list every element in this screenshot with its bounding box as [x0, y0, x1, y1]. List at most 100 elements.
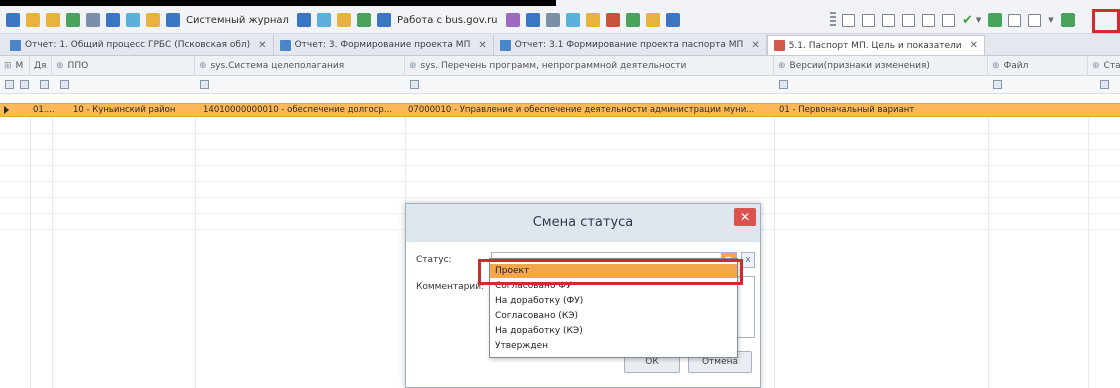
- transfer-icon[interactable]: [356, 13, 371, 27]
- cell-version: 01 - Первоначальный вариант: [779, 105, 915, 115]
- main-toolbar: Системный журнал Работа с bus.gov.ru ✔ ▼…: [0, 0, 1120, 34]
- column-header-programs[interactable]: ⊕ sys. Перечень программ, непрограммной …: [405, 56, 774, 76]
- column-label: ППО: [67, 61, 89, 71]
- new-document-icon[interactable]: [842, 13, 855, 27]
- filter-icon[interactable]: [779, 80, 788, 89]
- export-icon[interactable]: [902, 13, 915, 27]
- users-icon[interactable]: [166, 13, 180, 27]
- window-icon[interactable]: [1028, 13, 1042, 27]
- status-option-approved-ke[interactable]: Согласовано (КЭ): [490, 309, 737, 323]
- report-icon: [279, 39, 291, 51]
- toolbar-right-group: ✔ ▼ ▼: [830, 8, 1081, 32]
- people-icon[interactable]: [565, 13, 580, 27]
- toolbar-grip-icon: [830, 12, 836, 28]
- pin-icon[interactable]: ⊕: [1092, 61, 1100, 71]
- network-icon[interactable]: [545, 13, 560, 27]
- filter-icon[interactable]: [1100, 80, 1109, 89]
- pin-icon[interactable]: ⊕: [778, 61, 786, 71]
- pin-icon[interactable]: ⊕: [56, 61, 64, 71]
- column-label: sys.Система целеполагания: [210, 61, 345, 71]
- tab-passport-mp[interactable]: 5.1. Паспорт МП. Цель и показатели ✕: [766, 35, 985, 55]
- pin-icon[interactable]: ⊕: [199, 61, 207, 71]
- column-header-status[interactable]: ⊕ Ста: [1088, 56, 1120, 76]
- column-header-system[interactable]: ⊕ sys.Система целеполагания: [195, 56, 405, 76]
- status-option-approved[interactable]: Утвержден: [490, 339, 737, 353]
- chart-icon[interactable]: [86, 13, 100, 27]
- copy-icon[interactable]: [862, 13, 875, 27]
- close-icon[interactable]: ✕: [970, 40, 978, 51]
- pin-icon[interactable]: ⊕: [992, 61, 1000, 71]
- folder-tree-icon[interactable]: [26, 13, 40, 27]
- column-label: Дя: [34, 61, 47, 71]
- folder-icon[interactable]: [146, 13, 160, 27]
- tab-label: 5.1. Паспорт МП. Цель и показатели: [788, 40, 962, 51]
- filter-icon[interactable]: [20, 80, 29, 89]
- grid-settings-icon[interactable]: ⊞: [4, 61, 12, 71]
- folder-tree-alt-icon[interactable]: [46, 13, 60, 27]
- import-icon[interactable]: [942, 13, 955, 27]
- attach-icon[interactable]: [922, 13, 935, 27]
- tab-report-3[interactable]: Отчет: 3. Формирование проекта МП ✕: [274, 35, 494, 55]
- column-header-ppo[interactable]: ⊕ ППО: [52, 56, 195, 76]
- grid-line: [52, 117, 53, 388]
- tab-label: Отчет: 3. Формирование проекта МП: [294, 40, 471, 50]
- cell-code: 01....: [33, 105, 55, 115]
- table-row[interactable]: 01.... 10 - Куньинский район 14010000000…: [0, 103, 1120, 117]
- tab-label: Отчет: 1. Общий процесс ГРБС (Псковская …: [25, 40, 251, 50]
- settings-icon[interactable]: [585, 13, 600, 27]
- database-icon[interactable]: [316, 13, 331, 27]
- table-icon[interactable]: [106, 13, 120, 27]
- map-icon[interactable]: [625, 13, 640, 27]
- grid-line: [0, 181, 1120, 182]
- filter-toggle-icon[interactable]: [5, 80, 14, 89]
- filter-icon[interactable]: [40, 80, 49, 89]
- filter-icon[interactable]: [410, 80, 419, 89]
- calendar-icon[interactable]: [296, 13, 311, 27]
- globe-icon[interactable]: [376, 13, 391, 27]
- check-icon[interactable]: ✔: [962, 13, 973, 28]
- column-header-m[interactable]: ⊞ М: [0, 56, 30, 76]
- pin-icon[interactable]: ⊕: [409, 61, 417, 71]
- grid-line: [988, 117, 989, 388]
- status-option-rework-ke[interactable]: На доработку (КЭ): [490, 324, 737, 338]
- spreadsheet-icon[interactable]: [66, 13, 80, 27]
- column-header-dya[interactable]: Дя: [30, 56, 52, 76]
- close-icon[interactable]: ✕: [751, 40, 759, 51]
- calendar-grid-icon[interactable]: [1008, 13, 1022, 27]
- check-dropdown-icon[interactable]: ▼: [976, 16, 981, 24]
- paste-icon[interactable]: [882, 13, 895, 27]
- project-option-highlight: [478, 259, 743, 285]
- grid-line: [195, 117, 196, 388]
- close-icon[interactable]: ✕: [734, 208, 756, 226]
- grid-line: [30, 117, 31, 388]
- column-header-versions[interactable]: ⊕ Версии(признаки изменения): [774, 56, 988, 76]
- document-icon[interactable]: [6, 13, 20, 27]
- tab-report-1[interactable]: Отчет: 1. Общий процесс ГРБС (Псковская …: [4, 35, 274, 55]
- filter-icon[interactable]: [60, 80, 69, 89]
- filter-icon[interactable]: [993, 80, 1002, 89]
- tab-report-3-1[interactable]: Отчет: 3.1 Формирование проекта паспорта…: [494, 35, 767, 55]
- system-journal-button[interactable]: Системный журнал: [186, 15, 289, 26]
- bookmark-icon[interactable]: [605, 13, 620, 27]
- window-dropdown-icon[interactable]: ▼: [1048, 16, 1053, 24]
- report-icon[interactable]: [525, 13, 540, 27]
- tools-icon[interactable]: [988, 13, 1003, 27]
- save-icon[interactable]: [665, 13, 680, 27]
- grid-line: [0, 133, 1120, 134]
- grid-line: [0, 165, 1120, 166]
- close-icon[interactable]: ✕: [478, 40, 486, 51]
- bus-gov-button[interactable]: Работа с bus.gov.ru: [397, 15, 498, 26]
- tab-label: Отчет: 3.1 Формирование проекта паспорта…: [514, 40, 744, 50]
- flag-icon[interactable]: [336, 13, 351, 27]
- cell-program: 07000010 - Управление и обеспечение деят…: [408, 105, 755, 115]
- monitor-icon[interactable]: [126, 13, 140, 27]
- status-option-rework-fu[interactable]: На доработку (ФУ): [490, 294, 737, 308]
- close-icon[interactable]: ✕: [258, 40, 266, 51]
- binoculars-icon[interactable]: [505, 13, 520, 27]
- clear-status-button[interactable]: x: [741, 252, 755, 268]
- filter-icon[interactable]: [200, 80, 209, 89]
- home-icon[interactable]: [645, 13, 660, 27]
- column-header-file[interactable]: ⊕ Файл: [988, 56, 1088, 76]
- status-change-icon[interactable]: [1060, 13, 1075, 27]
- status-label: Статус:: [416, 255, 452, 265]
